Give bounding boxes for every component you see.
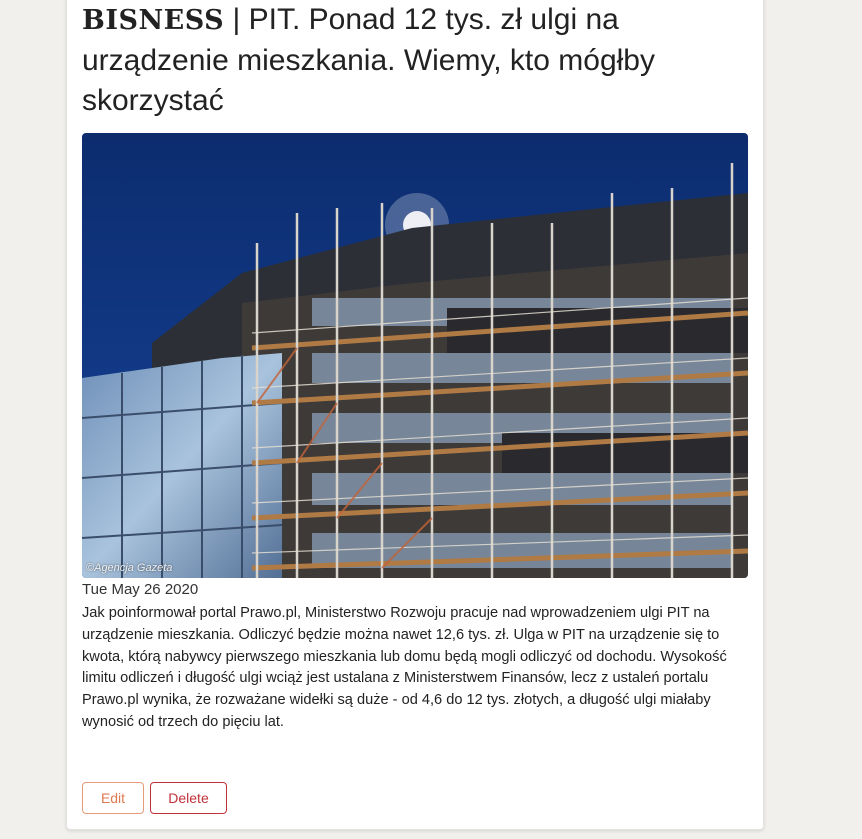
edit-button[interactable]: Edit [82, 782, 144, 814]
article-title: BISNESS | PIT. Ponad 12 tys. zł ulgi na … [82, 0, 742, 121]
title-separator: | [232, 3, 241, 36]
article-date: Tue May 26 2020 [82, 581, 199, 598]
building-scaffold-photo [82, 133, 748, 578]
delete-button[interactable]: Delete [150, 782, 227, 814]
article-image: ©Agencja Gazeta [82, 133, 748, 578]
brand-label: BISNESS [82, 5, 225, 36]
article-body: Jak poinformował portal Prawo.pl, Minist… [82, 605, 727, 730]
image-credit: ©Agencja Gazeta [86, 562, 173, 574]
